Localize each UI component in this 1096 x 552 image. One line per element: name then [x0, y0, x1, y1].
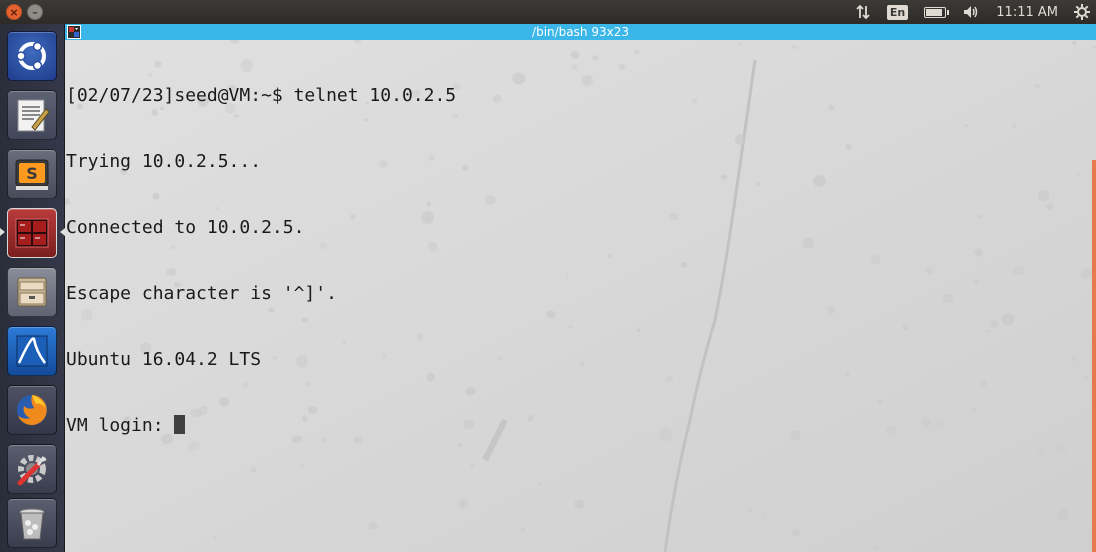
launcher-terminal[interactable] — [7, 208, 57, 258]
top-panel: × – En 11:11 AM — [0, 0, 1096, 24]
launcher-sublime-text[interactable]: S — [7, 149, 57, 199]
launcher-files[interactable] — [7, 267, 57, 317]
minimize-window-button[interactable]: – — [27, 4, 43, 20]
wireshark-icon — [16, 335, 48, 367]
terminal-menu-icon[interactable] — [67, 25, 81, 39]
terminal-title-bar[interactable]: /bin/bash 93x23 — [65, 24, 1096, 40]
svg-text:S: S — [26, 164, 38, 183]
file-cabinet-icon — [17, 277, 47, 307]
terminal-output: [02/07/23]seed@VM:~$ telnet 10.0.2.5 Try… — [66, 41, 456, 481]
indicator-area: En 11:11 AM — [847, 0, 1096, 24]
volume-icon[interactable] — [962, 4, 980, 20]
terminal-line: Ubuntu 16.04.2 LTS — [66, 349, 262, 370]
power-settings-icon[interactable] — [1074, 4, 1090, 20]
active-indicator-left — [0, 228, 5, 236]
sublime-text-icon: S — [15, 159, 49, 190]
launcher-trash[interactable] — [7, 498, 57, 548]
ubuntu-logo-icon — [16, 41, 46, 71]
terminal-title: /bin/bash 93x23 — [532, 25, 629, 39]
terminal-line: Escape character is '^]'. — [66, 283, 337, 304]
network-icon[interactable] — [855, 4, 871, 20]
settings-wrench-icon — [17, 455, 47, 486]
background-window-edge — [1092, 160, 1096, 552]
keyboard-layout-indicator[interactable]: En — [886, 4, 909, 20]
terminal-line: Connected to 10.0.2.5. — [66, 217, 305, 238]
battery-icon[interactable] — [924, 6, 950, 18]
launcher: S — [0, 24, 65, 552]
launcher-text-editor[interactable] — [7, 90, 57, 140]
launcher-firefox[interactable] — [7, 385, 57, 435]
terminal-input-line[interactable]: VM login: — [66, 415, 456, 437]
launcher-system-settings[interactable] — [7, 444, 57, 494]
terminal-icon — [15, 218, 49, 248]
login-prompt: VM login: — [66, 415, 175, 436]
keyboard-layout-label: En — [886, 4, 909, 20]
close-window-button[interactable]: × — [6, 4, 22, 20]
firefox-icon — [17, 395, 47, 425]
terminal-window[interactable]: [02/07/23]seed@VM:~$ telnet 10.0.2.5 Try… — [65, 40, 1096, 552]
clock[interactable]: 11:11 AM — [996, 5, 1058, 20]
launcher-ubuntu-dash[interactable] — [7, 31, 57, 81]
terminal-cursor — [174, 415, 186, 434]
terminal-line: Trying 10.0.2.5... — [66, 151, 262, 172]
text-editor-icon — [17, 99, 50, 132]
trash-icon — [19, 508, 45, 540]
terminal-line: [02/07/23]seed@VM:~$ telnet 10.0.2.5 — [66, 85, 457, 106]
launcher-wireshark[interactable] — [7, 326, 57, 376]
